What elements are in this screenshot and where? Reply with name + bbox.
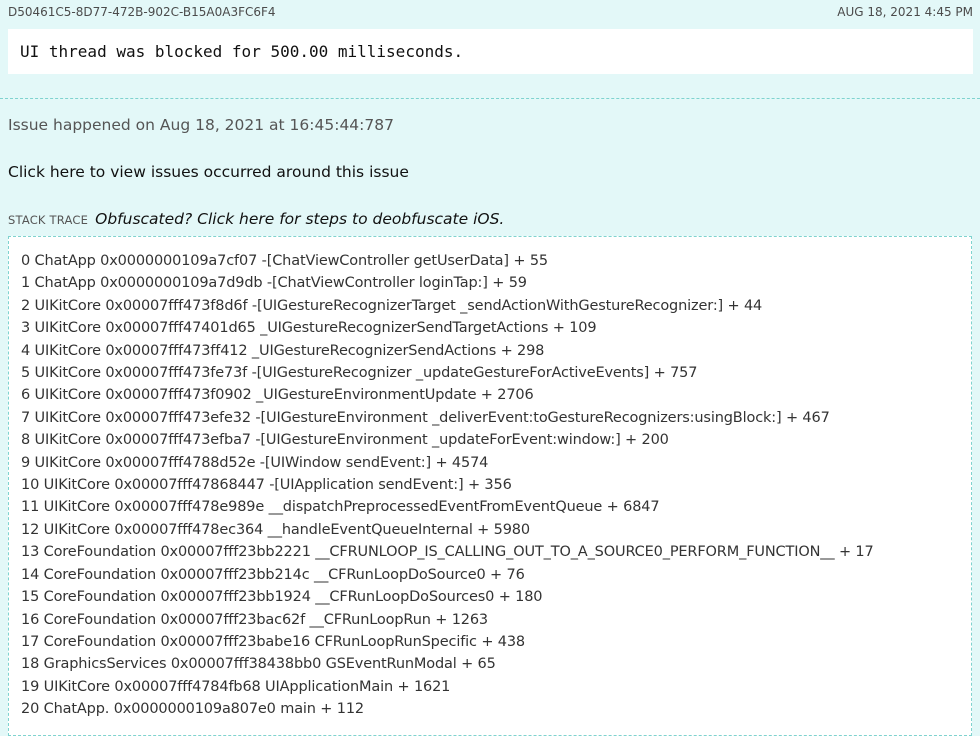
stack-frame: 13 CoreFoundation 0x00007fff23bb2221 __C…: [21, 544, 874, 561]
stack-frame: 10 UIKitCore 0x00007fff47868447 -[UIAppl…: [21, 477, 512, 494]
stack-trace-header: STACK TRACE Obfuscated? Click here for s…: [8, 209, 504, 228]
stack-trace-box: 0 ChatApp 0x0000000109a7cf07 -[ChatViewC…: [8, 236, 972, 736]
stack-frame: 6 UIKitCore 0x00007fff473f0902 _UIGestur…: [21, 387, 534, 404]
stack-frame: 1 ChatApp 0x0000000109a7d9db -[ChatViewC…: [21, 275, 527, 292]
stack-frame: 17 CoreFoundation 0x00007fff23babe16 CFR…: [21, 633, 526, 650]
section-divider: [0, 98, 980, 99]
issue-message-box: UI thread was blocked for 500.00 millise…: [8, 29, 973, 74]
stack-frame: 20 ChatApp. 0x0000000109a807e0 main + 11…: [21, 701, 364, 718]
report-id: D50461C5-8D77-472B-902C-B15A0A3FC6F4: [8, 5, 276, 19]
report-date: AUG 18, 2021 4:45 PM: [837, 5, 973, 19]
stack-frame: 2 UIKitCore 0x00007fff473f8d6f -[UIGestu…: [21, 297, 763, 314]
stack-frame: 3 UIKitCore 0x00007fff47401d65 _UIGestur…: [21, 320, 597, 337]
stack-trace-label: STACK TRACE: [8, 213, 89, 227]
stack-frame: 0 ChatApp 0x0000000109a7cf07 -[ChatViewC…: [21, 253, 548, 269]
view-around-issues-link[interactable]: Click here to view issues occurred aroun…: [8, 163, 409, 181]
stack-frame: 18 GraphicsServices 0x00007fff38438bb0 G…: [21, 656, 496, 673]
stack-frame: 9 UIKitCore 0x00007fff4788d52e -[UIWindo…: [21, 454, 489, 471]
report-header: D50461C5-8D77-472B-902C-B15A0A3FC6F4 AUG…: [8, 5, 973, 23]
deobfuscate-link[interactable]: Obfuscated? Click here for steps to deob…: [95, 210, 504, 228]
stack-frame: 4 UIKitCore 0x00007fff473ff412 _UIGestur…: [21, 342, 545, 359]
stack-frame: 16 CoreFoundation 0x00007fff23bac62f __C…: [21, 611, 489, 628]
issue-message: UI thread was blocked for 500.00 millise…: [20, 42, 464, 61]
stack-frame: 12 UIKitCore 0x00007fff478ec364 __handle…: [21, 521, 530, 538]
stack-frame: 5 UIKitCore 0x00007fff473fe73f -[UIGestu…: [21, 365, 698, 382]
stack-frame: 8 UIKitCore 0x00007fff473efba7 -[UIGestu…: [21, 432, 669, 449]
stack-frame: 15 CoreFoundation 0x00007fff23bb1924 __C…: [21, 589, 543, 606]
stack-frame: 11 UIKitCore 0x00007fff478e989e __dispat…: [21, 499, 660, 516]
issue-time: Issue happened on Aug 18, 2021 at 16:45:…: [8, 116, 394, 134]
stack-frame: 14 CoreFoundation 0x00007fff23bb214c __C…: [21, 566, 525, 583]
stack-frame: 7 UIKitCore 0x00007fff473efe32 -[UIGestu…: [21, 409, 830, 426]
stack-frame: 19 UIKitCore 0x00007fff4784fb68 UIApplic…: [21, 678, 451, 695]
